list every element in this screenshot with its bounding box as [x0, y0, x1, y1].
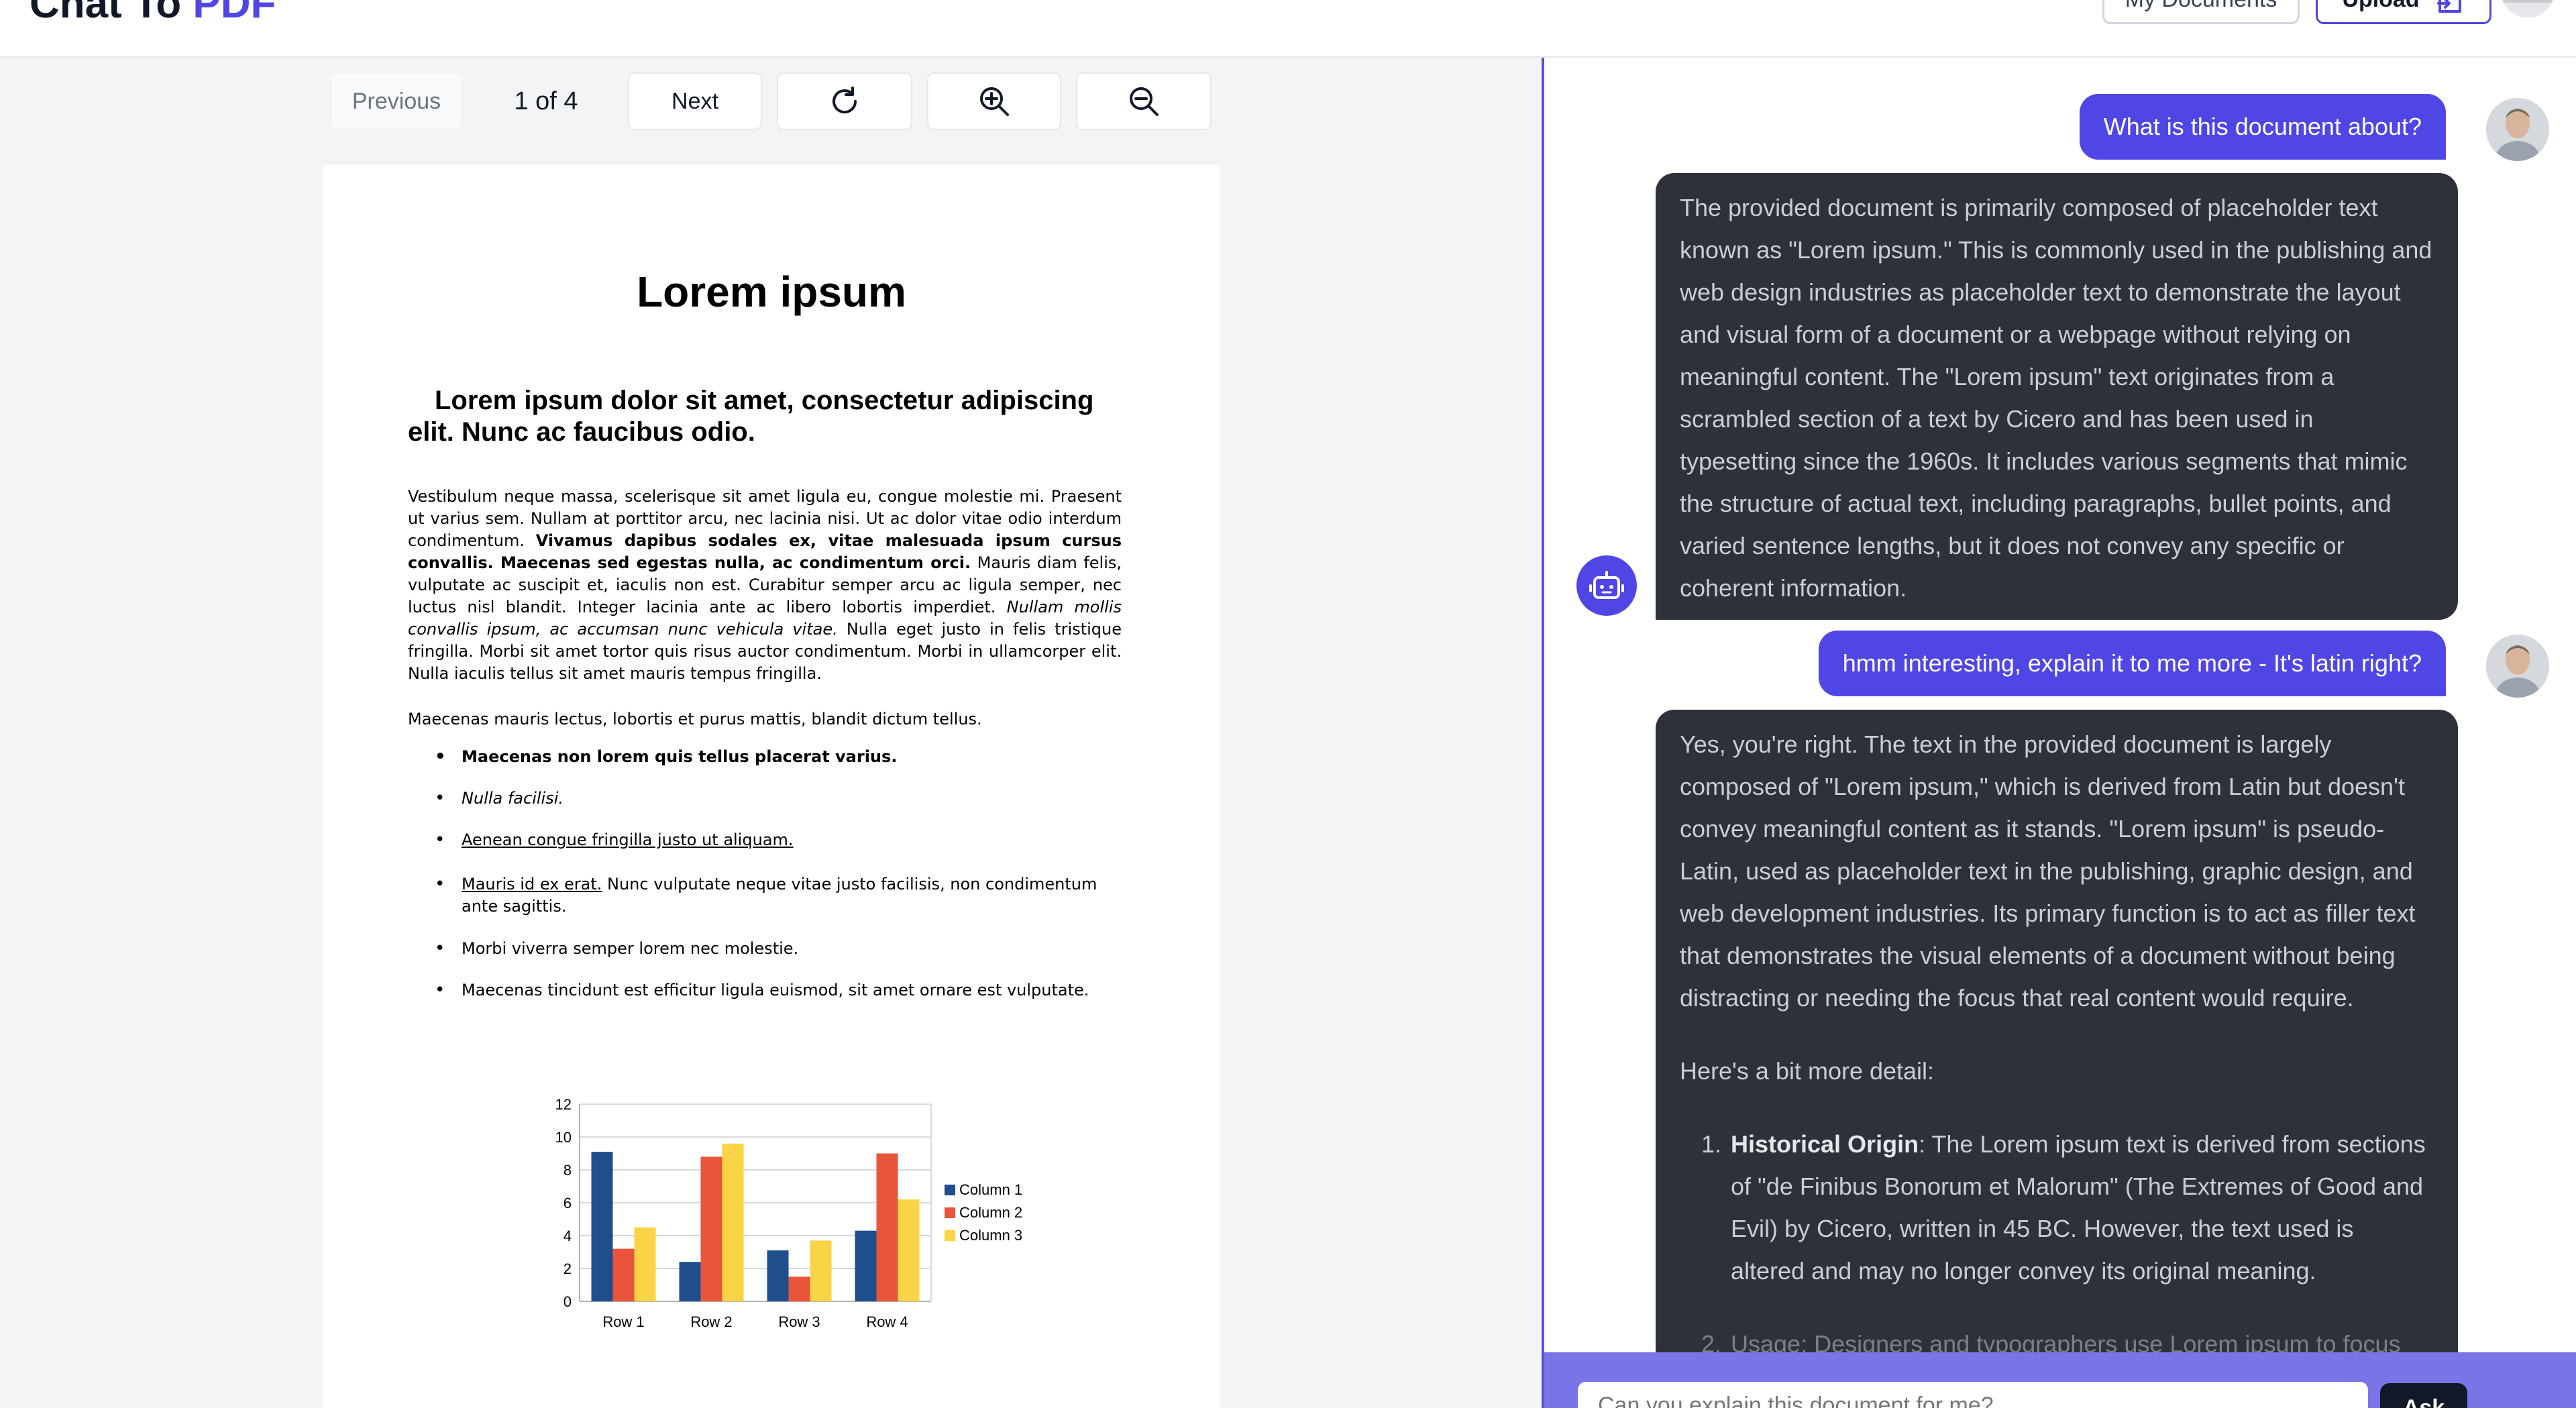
- bar: [591, 1152, 613, 1301]
- pdf-page: Lorem ipsum Lorem ipsum dolor sit amet, …: [323, 165, 1220, 1408]
- upload-label: Upload: [2342, 0, 2419, 13]
- user-message-text: hmm interesting, explain it to me more -…: [1842, 649, 2422, 677]
- y-tick-label: 6: [564, 1195, 572, 1211]
- x-tick-label: Row 4: [866, 1313, 908, 1330]
- zoom-out-icon: [1130, 87, 1159, 116]
- document-subtitle: Lorem ipsum dolor sit amet, consectetur …: [408, 386, 1094, 447]
- x-tick-label: Row 1: [602, 1313, 644, 1330]
- brand-accent: PDF: [193, 0, 276, 27]
- assistant-message: Yes, you're right. The text in the provi…: [1656, 710, 2458, 1408]
- my-documents-button[interactable]: My Documents: [2102, 0, 2300, 24]
- user-avatar: [2486, 98, 2549, 161]
- app-logo[interactable]: Chat To PDF: [30, 0, 276, 28]
- legend-swatch: [945, 1207, 955, 1218]
- list-item: Historical Origin: The Lorem ipsum text …: [1728, 1123, 2434, 1292]
- y-tick-label: 4: [564, 1228, 572, 1244]
- bar: [788, 1277, 810, 1301]
- page-indicator: 1 of 4: [514, 87, 578, 115]
- ask-label: Ask: [2402, 1395, 2445, 1408]
- assistant-list: Historical Origin: The Lorem ipsum text …: [1680, 1123, 2434, 1365]
- legend-swatch: [945, 1185, 955, 1195]
- chat-input[interactable]: [1578, 1382, 2368, 1408]
- document-title: Lorem ipsum: [637, 268, 906, 316]
- rotate-icon: [833, 87, 857, 114]
- list-item: Nulla facilisi.: [408, 788, 1122, 829]
- zoom-out-button[interactable]: [1076, 72, 1212, 130]
- list-item: Maecenas tincidunt est efficitur ligula …: [408, 979, 1122, 1021]
- y-tick-label: 12: [555, 1096, 572, 1113]
- user-message-text: What is this document about?: [2103, 113, 2422, 140]
- y-tick-label: 2: [564, 1260, 572, 1277]
- next-label: Next: [672, 88, 718, 114]
- user-message: What is this document about?: [2079, 94, 2446, 160]
- next-page-button[interactable]: Next: [628, 72, 762, 130]
- top-header: Chat To PDF My Documents Upload: [0, 0, 2576, 58]
- bar: [876, 1153, 898, 1301]
- y-tick-label: 8: [564, 1162, 572, 1179]
- y-tick-label: 10: [555, 1129, 572, 1146]
- assistant-message: The provided document is primarily compo…: [1656, 173, 2458, 620]
- brand-text: Chat To: [30, 0, 193, 27]
- bar: [855, 1230, 877, 1301]
- bar: [612, 1248, 635, 1301]
- rotate-button[interactable]: [777, 72, 912, 130]
- bar: [722, 1143, 744, 1301]
- x-tick-label: Row 3: [778, 1313, 820, 1330]
- legend-label: Column 3: [959, 1227, 1022, 1244]
- bar: [700, 1156, 722, 1301]
- legend-label: Column 1: [959, 1181, 1022, 1198]
- chat-input-bar: Ask: [1544, 1352, 2576, 1408]
- account-avatar[interactable]: [2501, 0, 2555, 17]
- robot-icon: [1589, 571, 1624, 599]
- document-paragraph-2: Maecenas mauris lectus, lobortis et puru…: [408, 710, 982, 728]
- user-message: hmm interesting, explain it to me more -…: [1818, 631, 2446, 696]
- bar: [767, 1250, 789, 1301]
- x-tick-label: Row 2: [690, 1313, 732, 1330]
- list-item: Maecenas non lorem quis tellus placerat …: [408, 746, 1122, 788]
- document-bullet-list: Maecenas non lorem quis tellus placerat …: [408, 746, 1122, 1021]
- previous-page-button[interactable]: Previous: [330, 72, 463, 130]
- upload-button[interactable]: Upload: [2316, 0, 2491, 24]
- list-item-heading: Historical Origin: [1731, 1130, 1919, 1158]
- y-tick-label: 0: [564, 1293, 572, 1310]
- legend-label: Column 2: [959, 1204, 1022, 1221]
- assistant-paragraph: Yes, you're right. The text in the provi…: [1680, 730, 2416, 1012]
- list-item-underlined: Mauris id ex erat.: [462, 875, 602, 893]
- bar: [810, 1240, 832, 1301]
- list-item: Morbi viverra semper lorem nec molestie.: [408, 938, 1122, 979]
- legend-swatch: [945, 1230, 955, 1241]
- list-item: Mauris id ex erat. Nunc vulputate neque …: [408, 873, 1122, 938]
- zoom-in-icon: [980, 87, 1009, 116]
- pdf-viewer: Previous 1 of 4 Next Lorem ipsum Lorem i…: [0, 58, 1542, 1408]
- zoom-in-button[interactable]: [927, 72, 1061, 130]
- upload-icon: [2436, 0, 2461, 13]
- bar: [898, 1199, 920, 1301]
- bar: [634, 1227, 656, 1301]
- my-documents-label: My Documents: [2125, 0, 2277, 13]
- chat-panel: What is this document about? The provide…: [1542, 58, 2576, 1408]
- list-item: Aenean congue fringilla justo ut aliquam…: [408, 829, 1122, 873]
- assistant-avatar: [1576, 555, 1637, 616]
- assistant-paragraph: Here's a bit more detail:: [1680, 1057, 1935, 1085]
- bar: [679, 1262, 701, 1301]
- user-avatar: [2486, 635, 2549, 698]
- previous-label: Previous: [352, 88, 441, 114]
- bar-chart: 0 2 4 6 8 10 12 Row 1 Row 2 Row 3 Row 4 Column 1 Col…: [555, 1096, 1023, 1330]
- ask-button[interactable]: Ask: [2380, 1383, 2467, 1408]
- document-paragraph: Vestibulum neque massa, scelerisque sit …: [408, 486, 1122, 685]
- assistant-message-text: The provided document is primarily compo…: [1680, 194, 2432, 602]
